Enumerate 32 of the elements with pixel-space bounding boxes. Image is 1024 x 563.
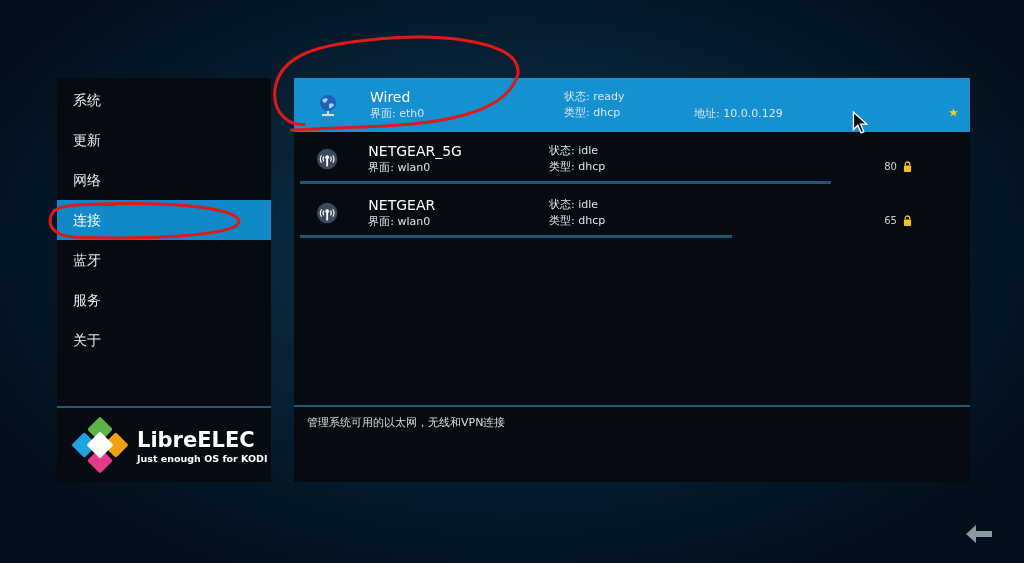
- menu-item[interactable]: 蓝牙: [57, 240, 271, 280]
- state-label: 状态: idle: [549, 143, 600, 159]
- interface-label: 界面: wlan0: [368, 160, 432, 176]
- antenna-icon: [316, 147, 339, 171]
- connection-name: Wired: [370, 88, 412, 106]
- connection-row[interactable]: NETGEAR 界面: wlan0 状态: idle 类型: dhcp 65: [294, 186, 970, 240]
- connection-row[interactable]: NETGEAR_5G 界面: wlan0 状态: idle 类型: dhcp 80: [294, 132, 970, 186]
- type-label: 类型: dhcp: [549, 213, 607, 229]
- logo-name: LibreELEC: [137, 426, 256, 453]
- menu-item[interactable]: 更新: [57, 120, 271, 160]
- signal-strength: 80: [884, 160, 897, 172]
- type-label: 类型: dhcp: [564, 105, 622, 121]
- interface-label: 界面: eth0: [370, 106, 426, 122]
- connection-name: NETGEAR: [368, 196, 437, 214]
- menu-item[interactable]: 关于: [57, 320, 271, 360]
- address-label: 地址: 10.0.0.129: [694, 107, 783, 120]
- mouse-cursor-icon: [852, 111, 868, 135]
- back-arrow-icon[interactable]: [966, 525, 992, 543]
- connection-row[interactable]: Wired 界面: eth0 状态: ready 类型: dhcp 地址: 10.0.0.129: [294, 78, 970, 132]
- connection-name: NETGEAR_5G: [368, 142, 463, 160]
- logo-icon: [71, 416, 129, 474]
- menu-item[interactable]: 服务: [57, 280, 271, 320]
- type-label: 类型: dhcp: [549, 159, 607, 175]
- menu-item[interactable]: 系统: [57, 80, 271, 120]
- state-label: 状态: ready: [564, 89, 626, 105]
- signal-strength: 65: [884, 214, 897, 226]
- state-label: 状态: idle: [549, 197, 600, 213]
- logo-tagline: Just enough OS for KODI: [137, 452, 268, 464]
- menu-item[interactable]: 网络: [57, 160, 271, 200]
- antenna-icon: [316, 201, 339, 225]
- interface-label: 界面: wlan0: [368, 214, 432, 230]
- description-text: 管理系统可用的以太网，无线和VPN连接: [306, 415, 507, 431]
